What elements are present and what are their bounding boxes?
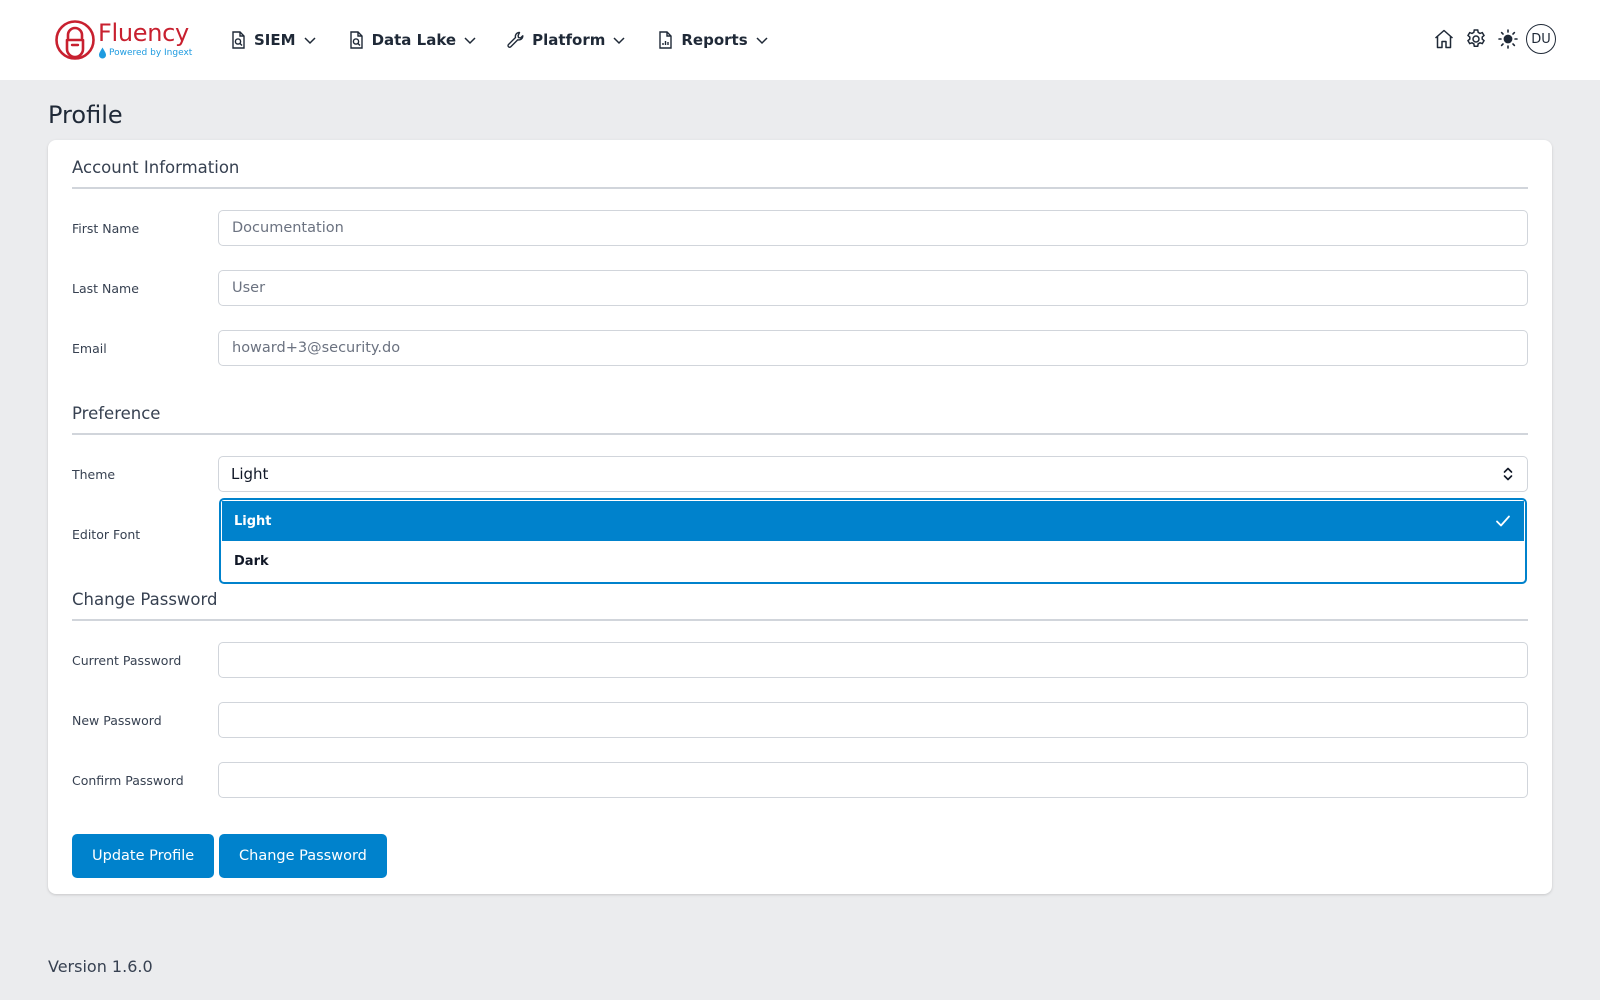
theme-select[interactable]: Light xyxy=(218,456,1528,492)
nav-item-data-lake[interactable]: Data Lake xyxy=(346,24,479,56)
confirm-password-input[interactable] xyxy=(218,762,1528,798)
nav-item-reports[interactable]: Reports xyxy=(655,24,769,56)
top-navbar: Fluency Powered by Ingext SIEM Data Lake… xyxy=(0,0,1600,80)
file-chart-icon xyxy=(659,31,673,49)
first-name-input[interactable] xyxy=(218,210,1528,246)
droplet-icon xyxy=(99,47,106,59)
theme-select-value: Light xyxy=(231,465,269,483)
brand-tagline: Powered by Ingext xyxy=(98,47,192,59)
section-preference-title: Preference xyxy=(72,404,1528,435)
sun-icon[interactable] xyxy=(1496,27,1520,51)
current-password-label: Current Password xyxy=(72,653,182,668)
theme-option-dark[interactable]: Dark xyxy=(222,541,1524,581)
main-nav: SIEM Data Lake Platform Reports xyxy=(228,24,798,56)
first-name-label: First Name xyxy=(72,221,140,236)
chevron-down-icon xyxy=(756,37,768,45)
page-title: Profile xyxy=(48,101,123,129)
nav-item-platform[interactable]: Platform xyxy=(506,24,627,56)
brand-logo[interactable]: Fluency Powered by Ingext xyxy=(54,18,194,62)
new-password-input[interactable] xyxy=(218,702,1528,738)
section-password-title: Change Password xyxy=(72,590,1528,621)
theme-label: Theme xyxy=(72,467,116,482)
change-password-button[interactable]: Change Password xyxy=(219,834,387,878)
checkmark-icon xyxy=(1496,515,1510,527)
version-label: Version 1.6.0 xyxy=(48,957,153,976)
wrench-icon xyxy=(507,31,524,48)
nav-utilities: DU xyxy=(1424,22,1556,56)
brand-name: Fluency xyxy=(98,19,189,47)
confirm-password-label: Confirm Password xyxy=(72,773,184,788)
chevron-down-icon xyxy=(613,37,625,45)
new-password-label: New Password xyxy=(72,713,162,728)
last-name-input[interactable] xyxy=(218,270,1528,306)
chevron-up-down-icon xyxy=(1503,467,1513,481)
last-name-label: Last Name xyxy=(72,281,139,296)
nav-item-siem[interactable]: SIEM xyxy=(228,24,318,56)
update-profile-button[interactable]: Update Profile xyxy=(72,834,215,878)
home-icon[interactable] xyxy=(1432,27,1456,51)
gear-icon[interactable] xyxy=(1464,27,1488,51)
file-search-icon xyxy=(349,31,363,49)
editor-font-label: Editor Font xyxy=(72,527,141,542)
theme-dropdown-menu: Light Dark xyxy=(219,498,1527,584)
current-password-input[interactable] xyxy=(218,642,1528,678)
profile-card: Account Information First Name Last Name… xyxy=(48,140,1552,894)
chevron-down-icon xyxy=(464,37,476,45)
user-avatar[interactable]: DU xyxy=(1526,24,1556,54)
fluency-logo-icon xyxy=(55,20,95,60)
email-input[interactable] xyxy=(218,330,1528,366)
theme-option-light[interactable]: Light xyxy=(222,501,1524,541)
chevron-down-icon xyxy=(304,37,316,45)
file-search-icon xyxy=(232,31,245,49)
email-label: Email xyxy=(72,341,107,356)
section-account-title: Account Information xyxy=(72,158,1528,189)
